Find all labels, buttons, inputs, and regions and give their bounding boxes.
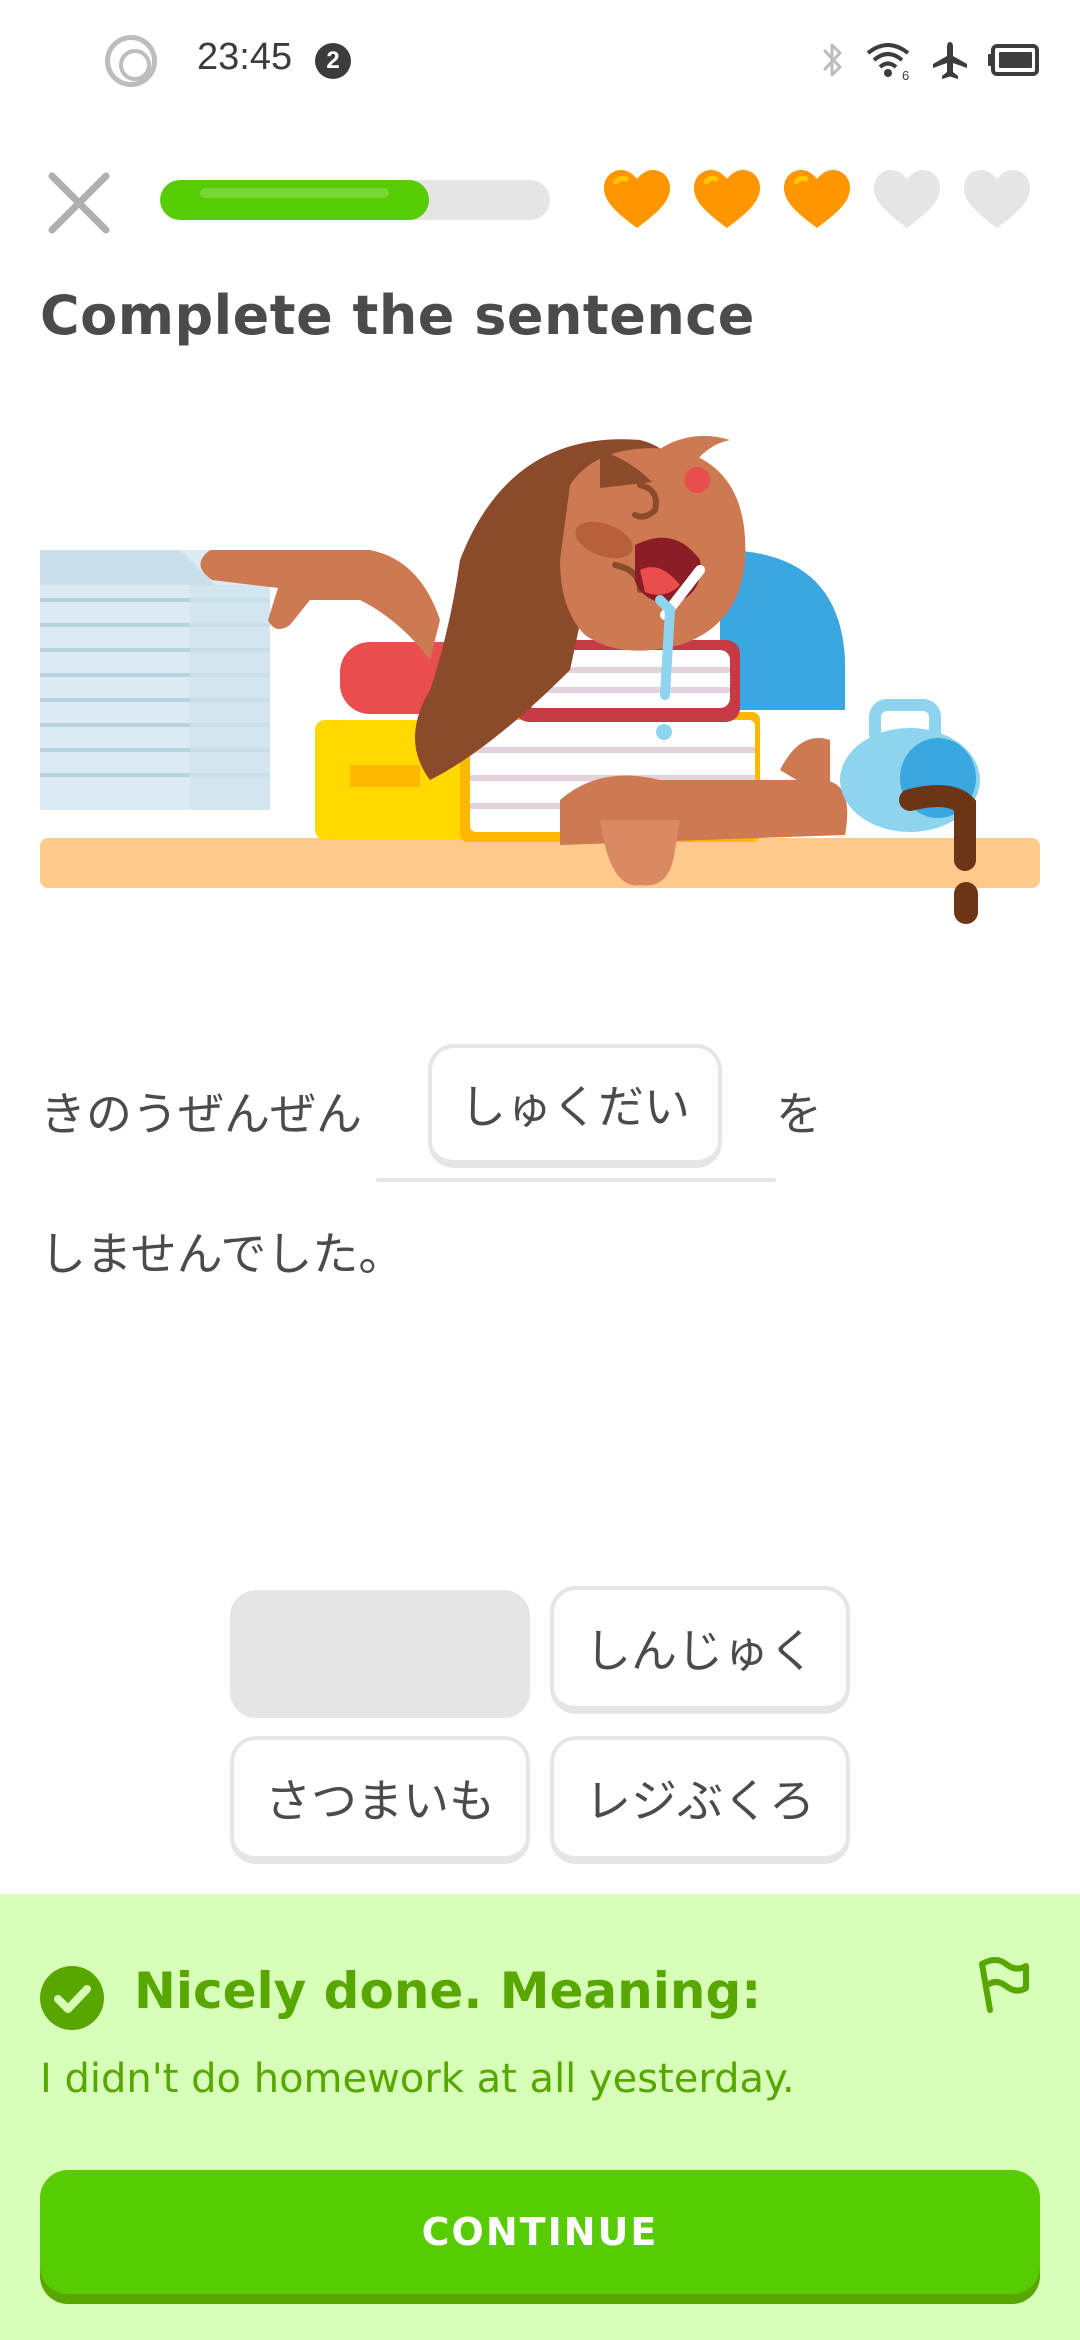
desk (40, 838, 1040, 888)
heart-filled-icon (694, 170, 760, 228)
airplane-mode-icon (933, 42, 967, 79)
close-icon (48, 172, 110, 234)
status-icons: 6 (820, 36, 1040, 84)
spilled-coffee-cup-icon (840, 699, 980, 924)
bluetooth-icon (822, 43, 842, 77)
check-circle-icon (40, 1966, 104, 2030)
sentence-particle: を (776, 1087, 822, 1141)
close-button[interactable] (44, 168, 114, 238)
heart-filled-icon (784, 170, 850, 228)
report-flag-button[interactable] (976, 1954, 1032, 2014)
feedback-panel: Nicely done. Meaning: I didn't do homewo… (0, 1894, 1080, 2340)
word-bank-tile-empty (230, 1590, 530, 1718)
flag-icon (979, 1957, 1029, 2013)
battery-icon (988, 44, 1039, 76)
hearts-row (602, 168, 1032, 232)
wifi-label: 6 (902, 68, 909, 81)
record-indicator-icon (105, 35, 157, 87)
feedback-title: Nicely done. Meaning: (134, 1962, 762, 2020)
word-bank-tile[interactable]: しんじゅく (550, 1586, 850, 1714)
lesson-progress-bar (160, 180, 550, 220)
word-bank-tile[interactable]: さつまいも (230, 1736, 530, 1864)
heart-filled-icon (604, 170, 670, 228)
word-bank-tile[interactable]: レジぶくろ (550, 1736, 850, 1864)
notification-count-badge: 2 (315, 43, 351, 79)
sleeping-student-illustration (40, 435, 1040, 924)
sentence-line-2: しませんでした。 (40, 1227, 405, 1281)
sentence-prefix: きのうぜんぜん (40, 1087, 362, 1141)
instruction-heading: Complete the sentence (40, 284, 755, 347)
paper-stack-icon (40, 550, 270, 810)
wifi-icon: 6 (866, 43, 910, 81)
heart-empty-icon (874, 170, 940, 228)
sentence-line-1: きのうぜんぜん しゅくだい を (40, 1040, 1040, 1182)
heart-empty-icon (964, 170, 1030, 228)
selected-answer-chip[interactable]: しゅくだい (428, 1044, 722, 1168)
lesson-progress-fill (160, 180, 429, 220)
status-time: 23:45 (197, 36, 293, 78)
answer-blank-underline (376, 1178, 776, 1182)
status-bar: 23:45 2 6 (0, 0, 1080, 120)
lesson-progress-shine (200, 188, 389, 198)
feedback-meaning: I didn't do homework at all yesterday. (40, 2056, 795, 2102)
continue-button[interactable]: CONTINUE (40, 2170, 1040, 2294)
